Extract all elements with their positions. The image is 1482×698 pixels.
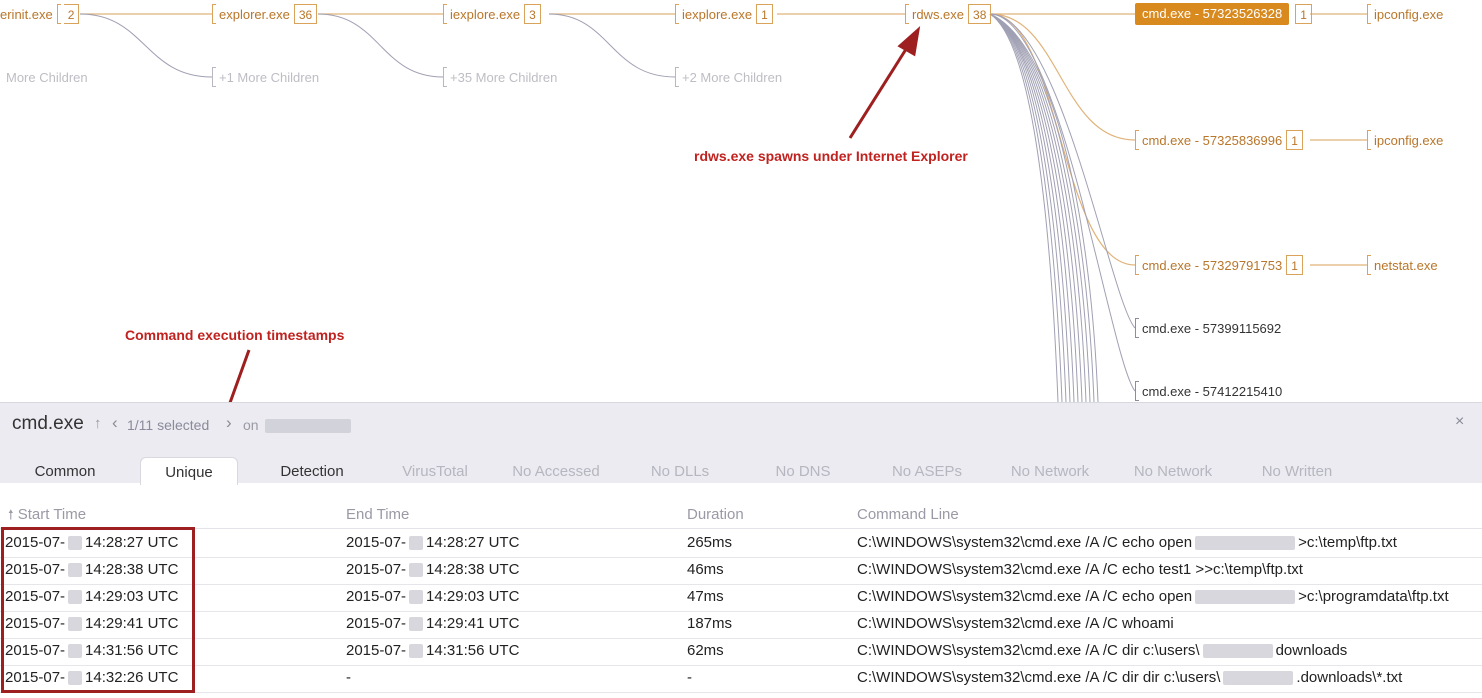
- command-line-cell: C:\WINDOWS\system32\cmd.exe /A /C echo t…: [857, 561, 1303, 578]
- more-children-2[interactable]: +35 More Children: [443, 66, 557, 88]
- process-node-netstat[interactable]: netstat.exe: [1367, 254, 1438, 276]
- process-name: erinit.exe: [0, 6, 53, 22]
- process-name: cmd.exe - 57329791753: [1142, 257, 1283, 273]
- tab-unique[interactable]: Unique: [140, 457, 238, 485]
- end-time-cell: 2015-07- 14:29:03 UTC: [346, 588, 520, 605]
- more-children-label: +35 More Children: [450, 69, 558, 85]
- table-row[interactable]: 2015-07- 14:29:03 UTC 2015-07- 14:29:03 UT…: [0, 584, 1482, 612]
- command-line-cell: C:\WINDOWS\system32\cmd.exe /A /C echo o…: [857, 534, 1397, 551]
- end-time-cell: -: [346, 669, 351, 686]
- sort-indicator-icon: 🠕: [8, 507, 14, 522]
- annotation-timestamps: Command execution timestamps: [125, 327, 345, 343]
- end-time-cell: 2015-07- 14:28:27 UTC: [346, 534, 520, 551]
- column-duration[interactable]: Duration: [687, 506, 744, 523]
- tab-virustotal[interactable]: VirusTotal: [385, 457, 485, 485]
- end-time-cell: 2015-07- 14:31:56 UTC: [346, 642, 520, 659]
- process-name: ipconfig.exe: [1374, 6, 1444, 22]
- on-label: on: [243, 417, 259, 433]
- column-start-time[interactable]: 🠕 Start Time: [8, 506, 86, 528]
- tab-common[interactable]: Common: [14, 457, 116, 485]
- prev-icon[interactable]: ‹: [112, 413, 118, 433]
- tab-detection[interactable]: Detection: [262, 457, 362, 485]
- duration-cell: 47ms: [687, 588, 724, 605]
- table-row[interactable]: 2015-07- 14:28:27 UTC 2015-07- 14:28:27 UT…: [0, 530, 1482, 558]
- table-row[interactable]: 2015-07- 14:29:41 UTC 2015-07- 14:29:41 UT…: [0, 611, 1482, 639]
- selection-count: 1/11 selected: [127, 417, 210, 433]
- tab-no-aseps[interactable]: No ASEPs: [877, 457, 977, 485]
- header-divider: [0, 528, 1482, 529]
- column-end-time[interactable]: End Time: [346, 506, 409, 523]
- sort-up-icon[interactable]: ↑: [94, 415, 102, 432]
- tab-no-network-2[interactable]: No Network: [1123, 457, 1223, 485]
- tab-no-network-1[interactable]: No Network: [1000, 457, 1100, 485]
- more-children-label: +1 More Children: [219, 69, 320, 85]
- process-name: iexplore.exe: [682, 6, 753, 22]
- process-name: explorer.exe: [219, 6, 290, 22]
- panel-header: cmd.exe ↑ ‹ 1/11 selected › on × Common …: [0, 403, 1482, 485]
- child-count: 38: [968, 4, 992, 24]
- duration-cell: -: [687, 669, 692, 686]
- table-row[interactable]: 2015-07- 14:28:38 UTC 2015-07- 14:28:38 UT…: [0, 557, 1482, 585]
- process-tree: erinit.exe 2 explorer.exe 36 iexplore.ex…: [0, 0, 1482, 402]
- more-children-label: More Children: [6, 69, 88, 85]
- annotation-rdws: rdws.exe spawns under Internet Explorer: [694, 148, 968, 164]
- command-line-cell: C:\WINDOWS\system32\cmd.exe /A /C echo o…: [857, 588, 1449, 605]
- duration-cell: 46ms: [687, 561, 724, 578]
- process-name: iexplore.exe: [450, 6, 521, 22]
- command-line-cell: C:\WINDOWS\system32\cmd.exe /A /C dir di…: [857, 669, 1403, 686]
- end-time-cell: 2015-07- 14:28:38 UTC: [346, 561, 520, 578]
- table-row[interactable]: 2015-07- 14:31:56 UTC 2015-07- 14:31:56 UT…: [0, 638, 1482, 666]
- process-node-ipconfig-1[interactable]: ipconfig.exe: [1367, 3, 1443, 25]
- timestamp-highlight-box: [1, 527, 195, 693]
- close-icon[interactable]: ×: [1455, 413, 1464, 431]
- process-node-cmd-2[interactable]: cmd.exe - 57325836996 1: [1135, 129, 1303, 151]
- child-count: 2: [63, 4, 80, 24]
- table-row[interactable]: 2015-07- 14:32:26 UTC - - C:\WINDOWS\syst…: [0, 665, 1482, 693]
- process-node-cmd-selected[interactable]: cmd.exe - 57323526328 1: [1135, 3, 1312, 25]
- child-count: 1: [1295, 4, 1312, 24]
- details-panel: cmd.exe ↑ ‹ 1/11 selected › on × Common …: [0, 402, 1482, 698]
- hostname-redacted: [265, 419, 351, 433]
- more-children-3[interactable]: +2 More Children: [675, 66, 782, 88]
- tab-no-accessed[interactable]: No Accessed: [505, 457, 607, 485]
- panel-title: cmd.exe: [12, 413, 84, 434]
- process-name: cmd.exe - 57399115692: [1142, 320, 1282, 336]
- column-command-line[interactable]: Command Line: [857, 506, 959, 523]
- process-name: cmd.exe - 57323526328: [1135, 3, 1290, 25]
- process-node-rdws[interactable]: rdws.exe 38: [905, 3, 992, 25]
- process-node-ipconfig-2[interactable]: ipconfig.exe: [1367, 129, 1443, 151]
- end-time-cell: 2015-07- 14:29:41 UTC: [346, 615, 520, 632]
- child-count: 1: [1286, 255, 1303, 275]
- process-node-cmd-5[interactable]: cmd.exe - 57412215410: [1135, 380, 1282, 402]
- tab-bar: Common Unique Detection VirusTotal No Ac…: [0, 457, 1482, 485]
- more-children-0[interactable]: More Children: [6, 66, 88, 88]
- process-name: ipconfig.exe: [1374, 132, 1444, 148]
- process-node-iexplore-2[interactable]: iexplore.exe 1: [675, 3, 773, 25]
- child-count: 1: [756, 4, 773, 24]
- process-node-cmd-3[interactable]: cmd.exe - 57329791753 1: [1135, 254, 1303, 276]
- more-children-label: +2 More Children: [682, 69, 783, 85]
- more-children-1[interactable]: +1 More Children: [212, 66, 319, 88]
- child-count: 1: [1286, 130, 1303, 150]
- tab-no-written[interactable]: No Written: [1247, 457, 1347, 485]
- process-node-iexplore-1[interactable]: iexplore.exe 3: [443, 3, 541, 25]
- process-node-explorer[interactable]: explorer.exe 36: [212, 3, 318, 25]
- child-count: 36: [293, 4, 318, 24]
- duration-cell: 62ms: [687, 642, 724, 659]
- child-count: 3: [524, 4, 541, 24]
- duration-cell: 265ms: [687, 534, 733, 551]
- process-name: cmd.exe - 57412215410: [1142, 383, 1283, 399]
- process-node-userinit[interactable]: erinit.exe 2: [0, 3, 80, 25]
- duration-cell: 187ms: [687, 615, 733, 632]
- process-name: cmd.exe - 57325836996: [1142, 132, 1283, 148]
- process-name: netstat.exe: [1374, 257, 1438, 273]
- process-node-cmd-4[interactable]: cmd.exe - 57399115692: [1135, 317, 1281, 339]
- process-name: rdws.exe: [912, 6, 965, 22]
- tab-no-dns[interactable]: No DNS: [753, 457, 853, 485]
- next-icon[interactable]: ›: [226, 413, 232, 433]
- command-line-cell: C:\WINDOWS\system32\cmd.exe /A /C whoami: [857, 615, 1174, 632]
- command-line-cell: C:\WINDOWS\system32\cmd.exe /A /C dir c:…: [857, 642, 1348, 659]
- tab-no-dlls[interactable]: No DLLs: [630, 457, 730, 485]
